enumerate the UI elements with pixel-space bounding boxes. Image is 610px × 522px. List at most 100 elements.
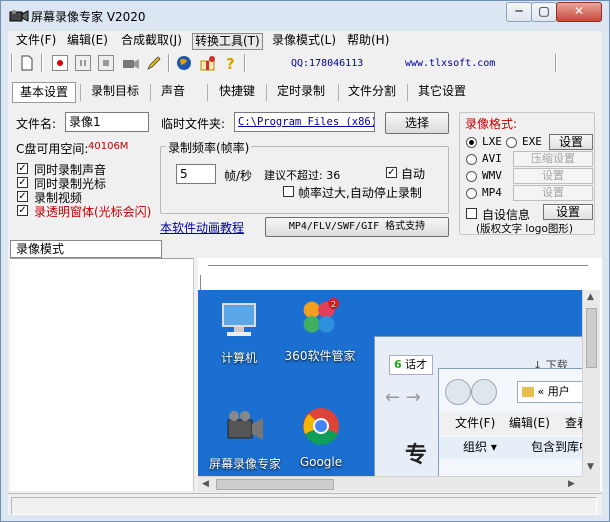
horizontal-ruler — [208, 265, 588, 277]
scroll-up-icon[interactable]: ▲ — [587, 292, 594, 302]
mp4-settings-button[interactable]: 设置 — [513, 185, 593, 201]
menu-help[interactable]: 帮助(H) — [345, 33, 391, 50]
gift-icon[interactable] — [199, 55, 215, 71]
globe-icon[interactable] — [176, 55, 192, 71]
title-bar[interactable]: 屏幕录像专家 V2020 ─ ▢ ✕ — [1, 1, 609, 31]
tab-basic-settings[interactable]: 基本设置 — [12, 82, 76, 103]
scroll-down-icon[interactable]: ▼ — [587, 462, 594, 472]
explorer-address-bar[interactable]: « 用户 — [517, 381, 582, 403]
record-icon[interactable] — [52, 55, 68, 71]
temp-folder-label: 临时文件夹: — [161, 117, 226, 131]
tab-sound[interactable]: 声音 — [153, 82, 193, 103]
format-wmv-radio[interactable] — [466, 171, 477, 182]
pencil-icon[interactable] — [146, 55, 162, 71]
scroll-right-icon[interactable]: ▶ — [568, 479, 575, 489]
help-icon[interactable]: ? — [222, 55, 238, 73]
record-sound-checkbox[interactable]: ✓ — [17, 163, 28, 174]
explorer-organize[interactable]: 组织 ▾ — [463, 437, 497, 457]
computer-icon-label: 计算机 — [220, 351, 257, 365]
back-arrow-icon[interactable]: ← → — [385, 387, 421, 408]
page-glyph: 专 — [405, 443, 428, 468]
format-exe-radio[interactable] — [506, 137, 517, 148]
horizontal-scroll-thumb[interactable] — [216, 479, 334, 490]
filename-input[interactable]: 录像1 — [65, 112, 149, 132]
menu-edit[interactable]: 编辑(E) — [65, 33, 110, 50]
format-title: 录像格式: — [465, 117, 518, 131]
recording-list[interactable] — [10, 258, 194, 491]
format-lxe-label: LXE — [482, 135, 502, 148]
format-lxe-radio[interactable] — [466, 137, 477, 148]
tab-separator — [266, 84, 267, 101]
menu-file[interactable]: 文件(F) — [14, 33, 58, 50]
maximize-button[interactable]: ▢ — [531, 2, 557, 22]
desktop-preview[interactable]: 计算机 2 360软件管家 屏幕录像专家 Google 6 话才 ↓ 下载 ← … — [198, 290, 582, 476]
tab-other-settings[interactable]: 其它设置 — [411, 82, 473, 103]
preview-horizontal-scrollbar[interactable]: ◀ ▶ — [198, 476, 582, 492]
preview-vertical-scrollbar[interactable]: ▲ ▼ — [582, 290, 600, 476]
browse-folder-button[interactable]: 选择 — [385, 112, 449, 134]
pause-icon[interactable] — [75, 55, 91, 71]
tab-hotkeys[interactable]: 快捷键 — [212, 82, 262, 103]
website-url[interactable]: www.tlxsoft.com — [405, 58, 495, 69]
new-file-icon[interactable] — [20, 55, 36, 71]
framerate-input[interactable]: 5 — [176, 164, 216, 184]
explorer-include-library[interactable]: 包含到库中 — [531, 437, 582, 457]
close-button[interactable]: ✕ — [556, 2, 602, 22]
record-cursor-checkbox[interactable]: ✓ — [17, 177, 28, 188]
google-icon-label: Google — [299, 455, 343, 469]
tab-record-mode[interactable]: 录像模式 — [10, 240, 162, 258]
camera-icon[interactable] — [122, 55, 139, 71]
stop-icon[interactable] — [98, 55, 114, 71]
filename-label: 文件名: — [16, 117, 57, 131]
tab-record-target[interactable]: 录制目标 — [83, 82, 147, 103]
disk-space-value: 40106M — [88, 141, 129, 152]
auto-stop-checkbox[interactable] — [283, 186, 294, 197]
client-area: 文件(F) 编辑(E) 合成截取(J) 转换工具(T) 录像模式(L) 帮助(H… — [8, 31, 602, 515]
menu-record-mode[interactable]: 录像模式(L) — [270, 33, 338, 50]
browser-tab[interactable]: 6 话才 — [389, 355, 433, 375]
custom-info-button[interactable]: 设置 — [543, 204, 593, 220]
menu-compose[interactable]: 合成截取(J) — [119, 33, 184, 50]
screen-recorder-icon-label: 屏幕录像专家 — [208, 457, 281, 471]
record-transparent-checkbox[interactable]: ✓ — [17, 205, 28, 216]
toolbar-separator — [168, 54, 170, 72]
settings-tabs: 基本设置 录制目标 声音 快捷键 定时录制 文件分割 其它设置 — [8, 79, 602, 105]
explorer-menu-file[interactable]: 文件(F) — [455, 413, 495, 433]
vertical-scroll-thumb[interactable] — [586, 308, 597, 368]
compress-settings-button[interactable]: 压缩设置 — [513, 151, 593, 167]
tab-separator — [338, 84, 339, 101]
tab-scheduled-recording[interactable]: 定时录制 — [270, 82, 332, 103]
format-avi-radio[interactable] — [466, 154, 477, 165]
tab-separator — [80, 84, 81, 101]
auto-framerate-checkbox[interactable]: ✓ — [386, 167, 397, 178]
explorer-menu-view[interactable]: 查看 — [565, 413, 582, 433]
tutorial-link[interactable]: 本软件动画教程 — [160, 219, 244, 236]
custom-info-checkbox[interactable] — [466, 208, 477, 219]
record-transparent-label: 录透明窗体(光标会闪) — [34, 205, 152, 219]
scroll-left-icon[interactable]: ◀ — [202, 479, 209, 489]
wmv-settings-button[interactable]: 设置 — [513, 168, 593, 184]
custom-info-note: (版权文字 logo图形) — [476, 223, 573, 235]
tab-file-split[interactable]: 文件分割 — [341, 82, 403, 103]
record-video-checkbox[interactable]: ✓ — [17, 191, 28, 202]
folder-icon — [522, 387, 534, 397]
toolbar-separator — [244, 54, 246, 72]
window-title: 屏幕录像专家 V2020 — [31, 10, 146, 24]
tab-separator — [207, 84, 208, 101]
tab-separator — [407, 84, 408, 101]
framerate-unit: 帧/秒 — [224, 169, 253, 183]
menu-convert-tools[interactable]: 转换工具(T) — [192, 33, 263, 50]
exe-settings-button[interactable]: 设置 — [549, 134, 593, 150]
explorer-back-button[interactable] — [445, 379, 471, 405]
360-badge: 2 — [331, 299, 336, 309]
explorer-forward-button[interactable] — [471, 379, 497, 405]
qq-number: QQ:178046113 — [291, 58, 364, 69]
format-mp4-radio[interactable] — [466, 188, 477, 199]
computer-icon — [222, 303, 256, 336]
explorer-menu-edit[interactable]: 编辑(E) — [509, 413, 550, 433]
desktop-icon-360: 2 360软件管家 — [282, 298, 358, 364]
format-support-button[interactable]: MP4/FLV/SWF/GIF 格式支持 — [265, 217, 449, 237]
temp-folder-path[interactable]: C:\Program Files (x86)\ — [234, 112, 375, 132]
minimize-button[interactable]: ─ — [506, 2, 532, 22]
video-camera-icon — [227, 411, 263, 440]
